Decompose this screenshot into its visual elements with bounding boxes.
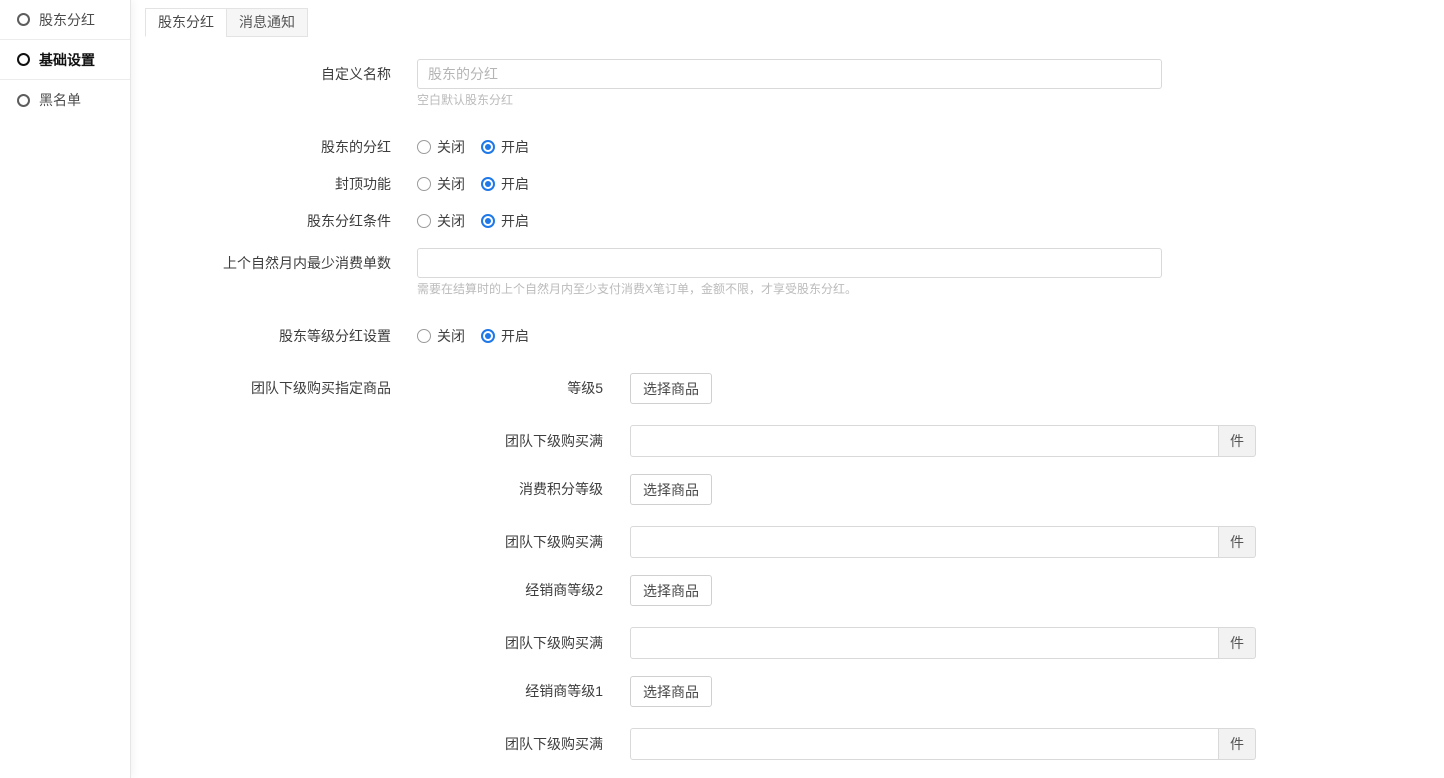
min-orders-label: 上个自然月内最少消费单数 <box>131 248 417 278</box>
level-group-rows: 等级5选择商品团队下级购买满件消费积分等级选择商品团队下级购买满件经销商等级2选… <box>417 373 1444 777</box>
tab-message-notice[interactable]: 消息通知 <box>226 8 308 37</box>
level-select-row: 经销商等级1选择商品 <box>417 676 1444 707</box>
form-row-switch: 股东的分红关闭 开启 <box>131 137 1444 157</box>
quantity-label: 团队下级购买满 <box>417 425 630 457</box>
radio-dot-icon <box>481 214 495 228</box>
custom-name-input[interactable] <box>417 59 1162 89</box>
level-group-label: 团队下级购买指定商品 <box>131 373 417 404</box>
switch-label: 股东的分红 <box>131 137 417 157</box>
form-row-switch: 股东分红条件关闭 开启 <box>131 211 1444 231</box>
level-select-row: 消费积分等级选择商品 <box>417 474 1444 505</box>
switch-rows-b: 股东等级分红设置关闭 开启 <box>131 326 1444 346</box>
quantity-input[interactable] <box>630 526 1219 558</box>
radio-on-option[interactable]: 开启 <box>481 326 529 346</box>
quantity-row: 团队下级购买满 件 <box>417 425 1444 457</box>
level-select-row: 经销商等级2选择商品 <box>417 575 1444 606</box>
level-select-row: 等级5选择商品 <box>417 373 1444 404</box>
quantity-label: 团队下级购买满 <box>417 526 630 558</box>
radio-off-option[interactable]: 关闭 <box>417 137 465 157</box>
select-product-button[interactable]: 选择商品 <box>630 474 712 505</box>
radio-off-option[interactable]: 关闭 <box>417 211 465 231</box>
quantity-input-group: 件 <box>630 627 1256 659</box>
quantity-row: 团队下级购买满 件 <box>417 526 1444 558</box>
radio-group: 关闭 开启 <box>417 174 1444 194</box>
settings-form: 自定义名称 空白默认股东分红 股东的分红关闭开启封顶功能关闭开启股东分红条件关闭… <box>131 59 1444 777</box>
unit-suffix: 件 <box>1219 627 1256 659</box>
radio-option-label: 开启 <box>501 326 529 346</box>
custom-name-help: 空白默认股东分红 <box>417 93 1444 107</box>
switch-label: 股东等级分红设置 <box>131 326 417 346</box>
radio-dot-icon <box>417 140 431 154</box>
quantity-row: 团队下级购买满 件 <box>417 728 1444 760</box>
min-orders-help: 需要在结算时的上个自然月内至少支付消费X笔订单，金额不限，才享受股东分红。 <box>417 282 1444 296</box>
quantity-input[interactable] <box>630 627 1219 659</box>
radio-dot-icon <box>481 329 495 343</box>
quantity-input-group: 件 <box>630 526 1256 558</box>
quantity-label: 团队下级购买满 <box>417 728 630 760</box>
level-label: 消费积分等级 <box>417 474 630 505</box>
quantity-input-group: 件 <box>630 728 1256 760</box>
sidebar-item-label: 黑名单 <box>39 90 81 110</box>
sidebar: 股东分红基础设置黑名单 <box>0 0 131 778</box>
level-label: 经销商等级1 <box>417 676 630 707</box>
radio-off-option[interactable]: 关闭 <box>417 174 465 194</box>
radio-option-label: 关闭 <box>437 137 465 157</box>
circle-icon <box>17 53 30 66</box>
quantity-input-group: 件 <box>630 425 1256 457</box>
radio-dot-icon <box>481 140 495 154</box>
main-content: 股东分红消息通知 自定义名称 空白默认股东分红 股东的分红关闭开启封顶功能关闭开… <box>131 0 1444 778</box>
radio-group: 关闭 开启 <box>417 326 1444 346</box>
form-row-switch: 股东等级分红设置关闭 开启 <box>131 326 1444 346</box>
quantity-input[interactable] <box>630 425 1219 457</box>
tab-shareholder-dividend[interactable]: 股东分红 <box>145 8 227 37</box>
radio-option-label: 开启 <box>501 137 529 157</box>
switch-rows-a: 股东的分红关闭开启封顶功能关闭开启股东分红条件关闭开启 <box>131 137 1444 231</box>
radio-option-label: 关闭 <box>437 174 465 194</box>
quantity-label: 团队下级购买满 <box>417 627 630 659</box>
radio-dot-icon <box>417 214 431 228</box>
radio-dot-icon <box>417 177 431 191</box>
radio-off-option[interactable]: 关闭 <box>417 326 465 346</box>
radio-option-label: 开启 <box>501 174 529 194</box>
tab-bar: 股东分红消息通知 <box>145 8 308 37</box>
sidebar-item-label: 股东分红 <box>39 10 95 30</box>
select-product-button[interactable]: 选择商品 <box>630 676 712 707</box>
sidebar-item-shareholder-dividend[interactable]: 股东分红 <box>0 0 130 40</box>
switch-label: 股东分红条件 <box>131 211 417 231</box>
sidebar-item-basic-settings[interactable]: 基础设置 <box>0 40 130 80</box>
form-row-custom-name: 自定义名称 空白默认股东分红 <box>131 59 1444 107</box>
circle-icon <box>17 94 30 107</box>
radio-dot-icon <box>417 329 431 343</box>
circle-icon <box>17 13 30 26</box>
level-label: 等级5 <box>417 373 630 404</box>
quantity-input[interactable] <box>630 728 1219 760</box>
radio-group: 关闭 开启 <box>417 137 1444 157</box>
radio-option-label: 关闭 <box>437 211 465 231</box>
form-row-level-group: 团队下级购买指定商品 等级5选择商品团队下级购买满件消费积分等级选择商品团队下级… <box>131 373 1444 777</box>
sidebar-item-blacklist[interactable]: 黑名单 <box>0 80 130 120</box>
min-orders-input[interactable] <box>417 248 1162 278</box>
form-row-switch: 封顶功能关闭 开启 <box>131 174 1444 194</box>
radio-option-label: 关闭 <box>437 326 465 346</box>
select-product-button[interactable]: 选择商品 <box>630 373 712 404</box>
unit-suffix: 件 <box>1219 526 1256 558</box>
form-row-min-orders: 上个自然月内最少消费单数 需要在结算时的上个自然月内至少支付消费X笔订单，金额不… <box>131 248 1444 296</box>
unit-suffix: 件 <box>1219 728 1256 760</box>
radio-on-option[interactable]: 开启 <box>481 211 529 231</box>
quantity-row: 团队下级购买满 件 <box>417 627 1444 659</box>
level-label: 经销商等级2 <box>417 575 630 606</box>
switch-label: 封顶功能 <box>131 174 417 194</box>
radio-on-option[interactable]: 开启 <box>481 137 529 157</box>
radio-option-label: 开启 <box>501 211 529 231</box>
unit-suffix: 件 <box>1219 425 1256 457</box>
select-product-button[interactable]: 选择商品 <box>630 575 712 606</box>
radio-dot-icon <box>481 177 495 191</box>
custom-name-label: 自定义名称 <box>131 59 417 89</box>
radio-on-option[interactable]: 开启 <box>481 174 529 194</box>
radio-group: 关闭 开启 <box>417 211 1444 231</box>
sidebar-item-label: 基础设置 <box>39 50 95 70</box>
